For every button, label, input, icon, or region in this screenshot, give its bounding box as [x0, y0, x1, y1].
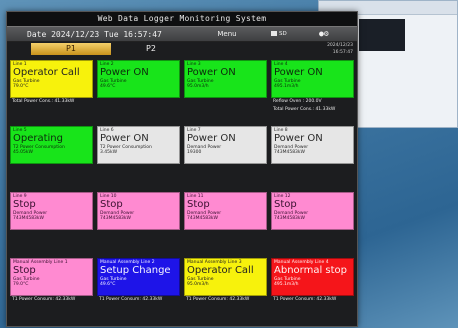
status-text: Power ON: [187, 133, 236, 144]
metric-value: 79.0°C: [13, 84, 29, 89]
line-tile[interactable]: Line 1 Operator Call Gas Turbine 79.0°C Tota…: [10, 60, 93, 123]
status-text: Power ON: [100, 67, 149, 78]
line-tile[interactable]: Line 10 Stop Demand Power 743M4583kW: [97, 192, 180, 255]
metric-value: 743M4583kW: [13, 216, 44, 221]
tile-row: Manual Assembly Line 1 Stop Gas Turbine 79.…: [10, 258, 354, 321]
status-box[interactable]: Manual Assembly Line 1 Stop Gas Turbine 79.…: [10, 258, 93, 296]
tile-row: Line 9 Stop Demand Power 743M4583kW Line 10 S…: [10, 192, 354, 255]
line-tile[interactable]: Line 8 Power ON Demand Power 743M4583kW: [271, 126, 354, 189]
status-box[interactable]: Line 2 Power ON Gas Turbine 49.6°C: [97, 60, 180, 98]
status-box[interactable]: Line 6 Power ON T2 Power Consumption 3.45kW: [97, 126, 180, 164]
status-box[interactable]: Line 4 Power ON Gas Turbine 495.1m3/h: [271, 60, 354, 98]
sd-card-icon: [271, 31, 277, 36]
status-text: Stop: [187, 199, 210, 210]
status-box[interactable]: Line 11 Stop Demand Power 743M4583kW: [184, 192, 267, 230]
metric-value: 95.0m3/h: [187, 282, 209, 287]
metric-value: 3.45kW: [100, 150, 118, 155]
metric-value: 49.6°C: [100, 282, 116, 287]
status-text: Operator Call: [13, 67, 80, 78]
line-status-grid: Line 1 Operator Call Gas Turbine 79.0°C Tota…: [10, 60, 354, 324]
tile-row: Line 5 Operating T2 Power Consumption 45.05…: [10, 126, 354, 189]
status-text: Stop: [100, 199, 123, 210]
status-text: Abnormal stop: [274, 265, 348, 276]
tile-footer-text: Total Power Cons.: 41.33kW: [12, 99, 75, 104]
header-bar: Date 2024/12/23 Tue 16:57:47 Menu SD ●⚙: [7, 26, 357, 42]
status-text: Setup Change: [100, 265, 171, 276]
status-box[interactable]: Manual Assembly Line 4 Abnormal stop Gas T…: [271, 258, 354, 296]
status-text: Power ON: [274, 67, 323, 78]
status-box[interactable]: Line 5 Operating T2 Power Consumption 45.05…: [10, 126, 93, 164]
line-tile[interactable]: Line 2 Power ON Gas Turbine 49.6°C: [97, 60, 180, 123]
metric-value: 743M4583kW: [100, 216, 131, 221]
line-tile[interactable]: Manual Assembly Line 4 Abnormal stop Gas T…: [271, 258, 354, 321]
status-box[interactable]: Line 9 Stop Demand Power 743M4583kW: [10, 192, 93, 230]
page-tabs: P1 P2 2024/12/23 16:57:47: [7, 42, 357, 56]
sd-label: SD: [279, 31, 287, 37]
metric-value: 743M4583kW: [274, 216, 305, 221]
line-tile[interactable]: Manual Assembly Line 2 Setup Change Gas Tu…: [97, 258, 180, 321]
tile-footer-text: T1 Power Consum: 42.33kW: [273, 297, 337, 302]
line-tile[interactable]: Manual Assembly Line 1 Stop Gas Turbine 79.…: [10, 258, 93, 321]
line-tile[interactable]: Line 12 Stop Demand Power 743M4583kW: [271, 192, 354, 255]
metric-value: 49.6°C: [100, 84, 116, 89]
status-text: Stop: [13, 265, 36, 276]
status-box[interactable]: Line 3 Power ON Gas Turbine 95.0m3/h: [184, 60, 267, 98]
metric-value: 495.1m3/h: [274, 84, 299, 89]
line-tile[interactable]: Line 7 Power ON Demand Power 19300: [184, 126, 267, 189]
status-text: Power ON: [274, 133, 323, 144]
status-text: Power ON: [100, 133, 149, 144]
status-box[interactable]: Line 10 Stop Demand Power 743M4583kW: [97, 192, 180, 230]
user-settings-icon[interactable]: ●⚙: [319, 29, 333, 39]
status-text: Stop: [274, 199, 297, 210]
status-box[interactable]: Manual Assembly Line 2 Setup Change Gas Tu…: [97, 258, 180, 296]
line-tile[interactable]: Line 6 Power ON T2 Power Consumption 3.45kW: [97, 126, 180, 189]
sd-card-button[interactable]: SD: [271, 27, 287, 42]
tile-footer-text: T1 Power Consum: 42.33kW: [12, 297, 76, 302]
line-tile[interactable]: Line 4 Power ON Gas Turbine 495.1m3/h Reflow…: [271, 60, 354, 123]
metric-value: 95.0m3/h: [187, 84, 209, 89]
status-box[interactable]: Line 7 Power ON Demand Power 19300: [184, 126, 267, 164]
window-title: Web Data Logger Monitoring System: [7, 12, 357, 26]
line-tile[interactable]: Line 3 Power ON Gas Turbine 95.0m3/h: [184, 60, 267, 123]
tile-row: Line 1 Operator Call Gas Turbine 79.0°C Tota…: [10, 60, 354, 123]
background-window-panel: [359, 19, 405, 51]
tab-p1[interactable]: P1: [31, 43, 111, 55]
tile-footer-text: Total Power Cons.: 41.33kW: [273, 107, 336, 112]
status-box[interactable]: Manual Assembly Line 3 Operator Call Gas T…: [184, 258, 267, 296]
status-text: Operator Call: [187, 265, 254, 276]
monitor-window: Web Data Logger Monitoring System Date 2…: [6, 11, 358, 327]
metric-value: 743M4583kW: [274, 150, 305, 155]
tile-footer-text: T1 Power Consum: 42.33kW: [99, 297, 163, 302]
tab-p2[interactable]: P2: [111, 43, 191, 55]
menu-button[interactable]: Menu: [207, 27, 247, 42]
status-text: Stop: [13, 199, 36, 210]
tile-footer-text: Reflow Oven : 200.0V: [273, 99, 322, 104]
date-display: Date 2024/12/23 Tue 16:57:47: [27, 30, 162, 39]
metric-value: 743M4583kW: [187, 216, 218, 221]
line-tile[interactable]: Line 5 Operating T2 Power Consumption 45.05…: [10, 126, 93, 189]
metric-value: 19300: [187, 150, 202, 155]
status-box[interactable]: Line 1 Operator Call Gas Turbine 79.0°C: [10, 60, 93, 98]
corner-date: 2024/12/23: [327, 43, 353, 48]
corner-clock: 2024/12/23 16:57:47: [327, 42, 353, 56]
metric-value: 495.1m3/h: [274, 282, 299, 287]
corner-time: 16:57:47: [332, 50, 353, 55]
status-box[interactable]: Line 12 Stop Demand Power 743M4583kW: [271, 192, 354, 230]
status-text: Power ON: [187, 67, 236, 78]
line-tile[interactable]: Manual Assembly Line 3 Operator Call Gas T…: [184, 258, 267, 321]
line-tile[interactable]: Line 11 Stop Demand Power 743M4583kW: [184, 192, 267, 255]
status-box[interactable]: Line 8 Power ON Demand Power 743M4583kW: [271, 126, 354, 164]
metric-value: 45.05kW: [13, 150, 33, 155]
line-tile[interactable]: Line 9 Stop Demand Power 743M4583kW: [10, 192, 93, 255]
metric-value: 79.0°C: [13, 282, 29, 287]
tile-footer-text: T1 Power Consum: 42.33kW: [186, 297, 250, 302]
status-text: Operating: [13, 133, 63, 144]
